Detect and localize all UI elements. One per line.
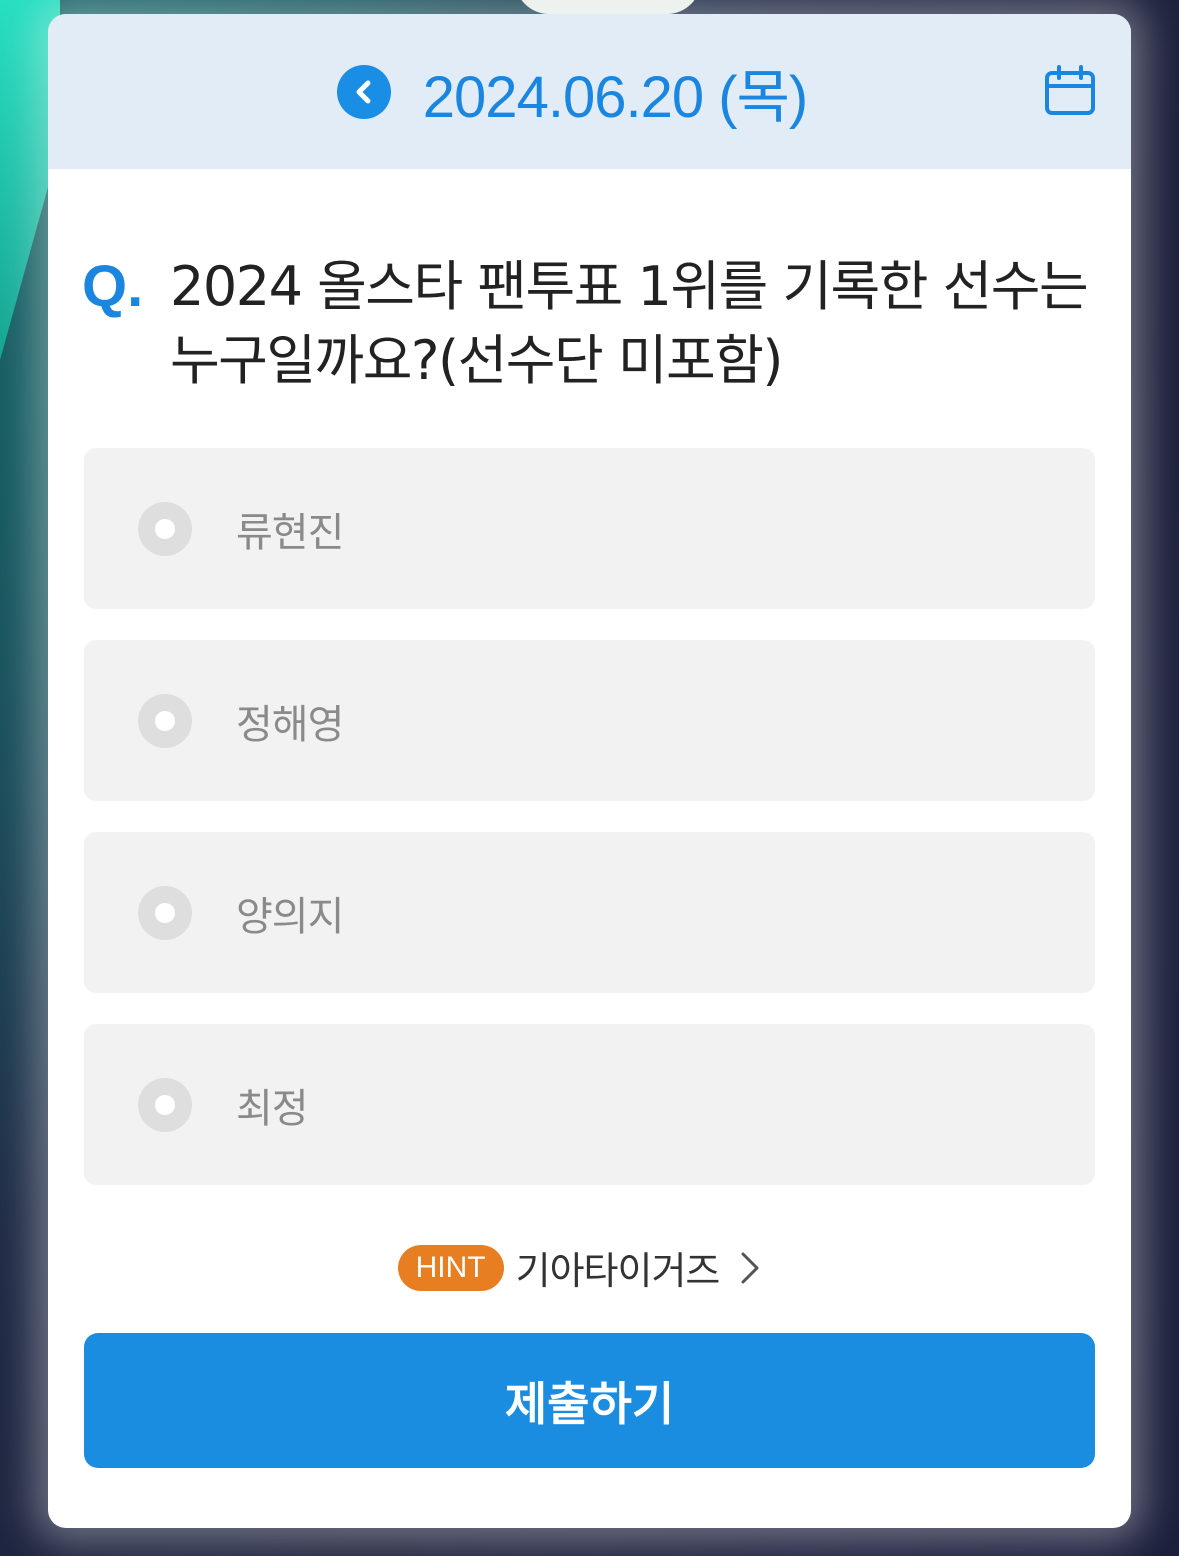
quiz-card: 2024.06.20 (목) Q. 2024 올스타 팬투표 1위를 기록한 선… [48,14,1131,1528]
hint-badge: HINT [397,1244,504,1291]
date-label: 2024.06.20 (목) [422,64,808,130]
answer-option[interactable]: 류현진 [84,448,1095,609]
calendar-icon [1045,65,1095,115]
calendar-button[interactable] [1043,64,1097,118]
prev-date-button[interactable] [336,64,391,119]
option-label: 최정 [236,1085,309,1132]
option-label: 정해영 [236,701,344,748]
background-blob [515,0,701,14]
question-mark: Q. [82,254,144,319]
date-header: 2024.06.20 (목) [48,14,1131,169]
question: Q. 2024 올스타 팬투표 1위를 기록한 선수는 누구일까요?(선수단 미… [82,250,1092,398]
radio-icon[interactable] [138,885,192,940]
question-text: 2024 올스타 팬투표 1위를 기록한 선수는 누구일까요?(선수단 미포함) [170,255,1089,392]
radio-icon[interactable] [138,501,192,556]
submit-button[interactable]: 제출하기 [84,1333,1095,1468]
radio-icon[interactable] [138,693,192,748]
chevron-left-icon [356,80,371,103]
answer-option[interactable]: 양의지 [84,832,1095,993]
option-label: 양의지 [236,893,344,940]
answer-options: 류현진 정해영 양의지 최정 [84,448,1095,1216]
hint-link[interactable]: HINT 기아타이거즈 [48,1240,1131,1295]
chevron-right-icon [741,1252,759,1283]
answer-option[interactable]: 정해영 [84,640,1095,801]
radio-icon[interactable] [138,1077,192,1132]
hint-text: 기아타이거즈 [515,1249,721,1293]
option-label: 류현진 [236,509,344,556]
answer-option[interactable]: 최정 [84,1024,1095,1185]
